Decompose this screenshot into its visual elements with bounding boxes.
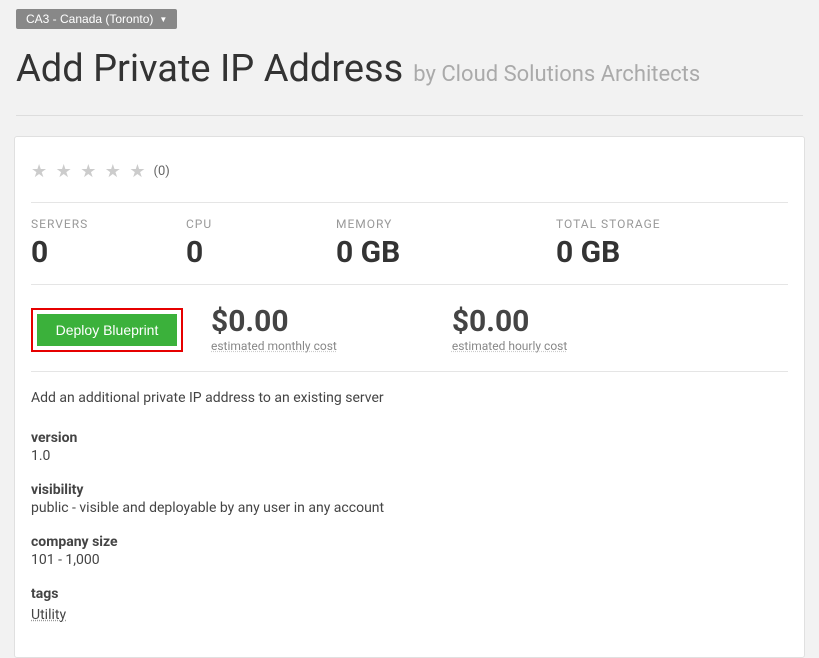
stat-cpu: CPU 0	[186, 217, 336, 270]
meta-version-value: 1.0	[31, 448, 788, 464]
meta-company-size: company size 101 - 1,000	[31, 534, 788, 568]
stat-storage: TOTAL STORAGE 0 GB	[556, 217, 788, 270]
meta-visibility: visibility public - visible and deployab…	[31, 482, 788, 516]
page-title: Add Private IP Address	[16, 47, 403, 91]
card-divider-1	[31, 202, 788, 203]
deploy-row: Deploy Blueprint $0.00 estimated monthly…	[31, 299, 788, 367]
stat-servers: SERVERS 0	[31, 217, 186, 270]
meta-company-size-label: company size	[31, 534, 788, 550]
stat-storage-label: TOTAL STORAGE	[556, 217, 788, 231]
blueprint-card: ★ ★ ★ ★ ★ (0) SERVERS 0 CPU 0 MEMORY 0 G…	[14, 136, 805, 658]
rating-count: (0)	[154, 164, 170, 179]
header-divider	[16, 115, 803, 116]
region-selector[interactable]: CA3 - Canada (Toronto) ▼	[16, 9, 177, 29]
author-line: by Cloud Solutions Architects	[413, 62, 700, 87]
meta-version-label: version	[31, 430, 788, 446]
stat-memory-value: 0 GB	[336, 235, 556, 270]
stat-storage-value: 0 GB	[556, 235, 788, 270]
stat-memory-label: MEMORY	[336, 217, 556, 231]
deploy-highlight-box: Deploy Blueprint	[31, 308, 183, 352]
meta-tags-label: tags	[31, 586, 788, 602]
chevron-down-icon: ▼	[159, 15, 167, 24]
stat-memory: MEMORY 0 GB	[336, 217, 556, 270]
meta-version: version 1.0	[31, 430, 788, 464]
stat-servers-value: 0	[31, 235, 186, 270]
blueprint-description: Add an additional private IP address to …	[31, 390, 788, 406]
meta-company-size-value: 101 - 1,000	[31, 552, 788, 568]
meta-visibility-label: visibility	[31, 482, 788, 498]
meta-tags: tags Utility	[31, 586, 788, 623]
tag-link-utility[interactable]: Utility	[31, 607, 66, 623]
card-divider-2	[31, 284, 788, 285]
hourly-cost-label: estimated hourly cost	[452, 339, 567, 353]
monthly-cost: $0.00 estimated monthly cost	[211, 307, 337, 353]
stat-cpu-label: CPU	[186, 217, 336, 231]
stat-cpu-value: 0	[186, 235, 336, 270]
rating-stars[interactable]: ★ ★ ★ ★ ★	[31, 161, 148, 182]
rating-row: ★ ★ ★ ★ ★ (0)	[31, 161, 788, 198]
hourly-cost: $0.00 estimated hourly cost	[452, 307, 567, 353]
monthly-cost-value: $0.00	[211, 307, 337, 337]
monthly-cost-label: estimated monthly cost	[211, 339, 337, 353]
region-label: CA3 - Canada (Toronto)	[26, 12, 153, 26]
stats-row: SERVERS 0 CPU 0 MEMORY 0 GB TOTAL STORAG…	[31, 217, 788, 280]
stat-servers-label: SERVERS	[31, 217, 186, 231]
deploy-blueprint-button[interactable]: Deploy Blueprint	[37, 314, 177, 346]
meta-visibility-value: public - visible and deployable by any u…	[31, 500, 788, 516]
card-divider-3	[31, 371, 788, 372]
hourly-cost-value: $0.00	[452, 307, 567, 337]
page-header: Add Private IP Address by Cloud Solution…	[0, 29, 819, 101]
